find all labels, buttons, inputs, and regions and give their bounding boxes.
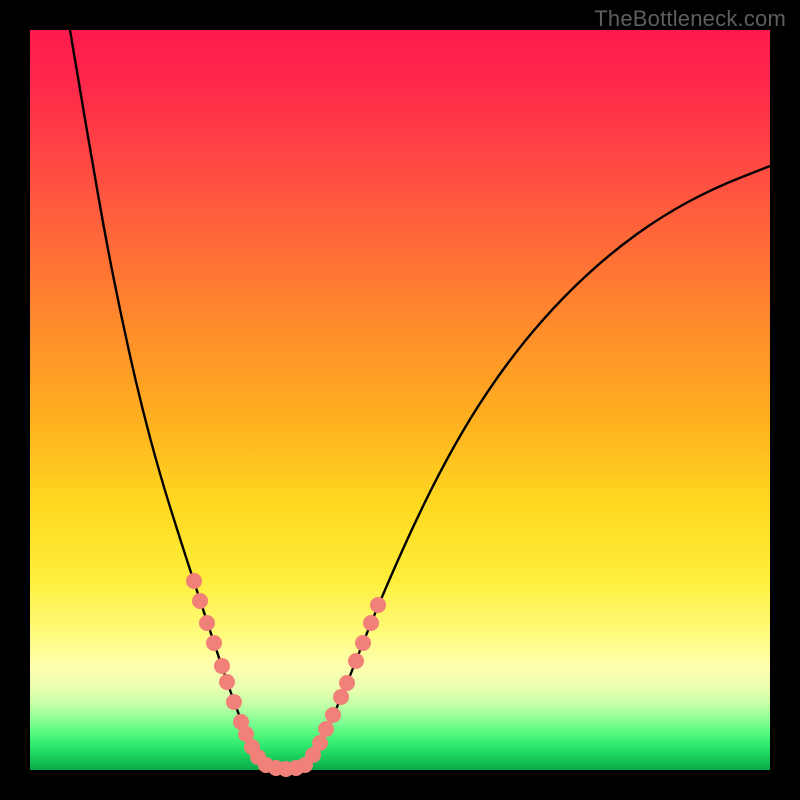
highlight-dot [339,675,355,691]
curve-svg [30,30,770,770]
highlight-dot [333,689,349,705]
highlight-dot [199,615,215,631]
plot-area [30,30,770,770]
highlight-dots [186,573,386,777]
highlight-dot [226,694,242,710]
highlight-dot [219,674,235,690]
highlight-dot [214,658,230,674]
left-curve [70,30,265,765]
right-curve [305,166,770,765]
watermark-text: TheBottleneck.com [594,6,786,32]
highlight-dot [186,573,202,589]
highlight-dot [370,597,386,613]
highlight-dot [363,615,379,631]
highlight-dot [325,707,341,723]
highlight-dot [355,635,371,651]
highlight-dot [318,721,334,737]
highlight-dot [312,735,328,751]
highlight-dot [206,635,222,651]
highlight-dot [192,593,208,609]
highlight-dot [348,653,364,669]
chart-frame: TheBottleneck.com [0,0,800,800]
